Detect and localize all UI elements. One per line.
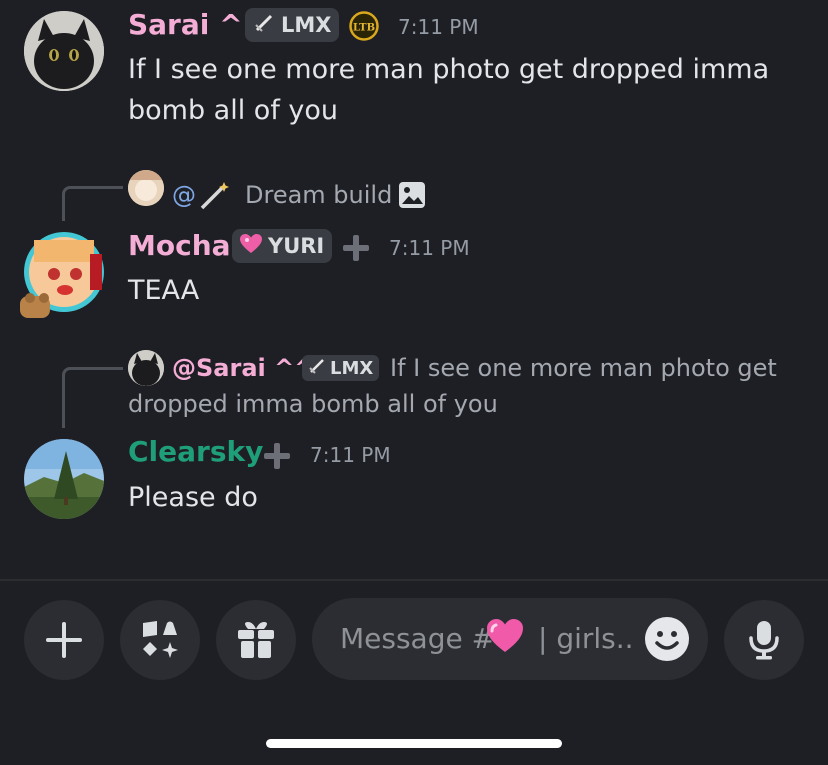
apps-icon [143, 621, 178, 658]
message-text-line: If I see one more man photo get dropped … [128, 54, 770, 85]
voice-message-button[interactable] [724, 600, 804, 680]
reply-mention[interactable]: @Sarai ^^ [172, 354, 314, 382]
message-input-placeholder: Message # [340, 622, 496, 655]
message-text-line: Please do [128, 482, 258, 513]
reply-text[interactable]: Dream build [245, 181, 392, 209]
pink-heart-icon [486, 618, 524, 656]
reply-connector [62, 186, 123, 221]
role-tag-yuri[interactable]: YURI [232, 229, 333, 263]
add-reaction-icon[interactable] [264, 443, 290, 469]
reply-avatar[interactable] [128, 350, 164, 386]
image-icon [398, 181, 426, 209]
sword-icon [253, 12, 275, 39]
timestamp: 7:11 PM [389, 236, 470, 260]
attach-button[interactable] [24, 600, 104, 680]
composer-divider [0, 579, 828, 581]
home-indicator [266, 739, 562, 748]
heart-icon [240, 233, 262, 259]
role-tag-label: YURI [268, 234, 325, 258]
message-input[interactable]: Message # | girls.. [312, 598, 708, 680]
emoji-icon [645, 617, 689, 661]
gift-icon [238, 622, 274, 658]
role-tag-label: LMX [330, 357, 374, 379]
username-clearsky[interactable]: Clearsky [128, 435, 263, 468]
gift-button[interactable] [216, 600, 296, 680]
avatar-sarai[interactable] [24, 11, 104, 91]
emoji-button[interactable] [644, 616, 690, 662]
avatar-mocha[interactable] [20, 232, 106, 318]
apps-button[interactable] [120, 600, 200, 680]
svg-text:LTB: LTB [353, 23, 375, 34]
role-tag-lmx[interactable]: LMX [245, 8, 340, 42]
add-reaction-icon[interactable] [343, 235, 369, 261]
sword-icon [308, 357, 326, 380]
reply-avatar[interactable] [128, 170, 164, 206]
ltb-badge-icon[interactable]: LTB [349, 11, 379, 41]
message-input-channel: | girls.. [538, 622, 634, 655]
reply-text[interactable]: If I see one more man photo get [390, 354, 777, 382]
avatar-clearsky[interactable] [24, 439, 104, 519]
timestamp: 7:11 PM [310, 443, 391, 467]
username-mocha[interactable]: Mocha [128, 229, 231, 262]
role-tag-lmx[interactable]: LMX [302, 355, 380, 381]
message-text-line: TEAA [128, 275, 200, 306]
plus-icon [46, 622, 82, 658]
reply-mention[interactable]: @ [172, 181, 196, 209]
message-text-line: bomb all of you [128, 95, 339, 126]
reply-connector [62, 367, 123, 428]
role-tag-label: LMX [281, 13, 332, 37]
microphone-icon [749, 621, 779, 660]
magic-wand-icon [198, 178, 232, 212]
reply-text[interactable]: dropped imma bomb all of you [128, 390, 498, 418]
timestamp: 7:11 PM [398, 15, 479, 39]
